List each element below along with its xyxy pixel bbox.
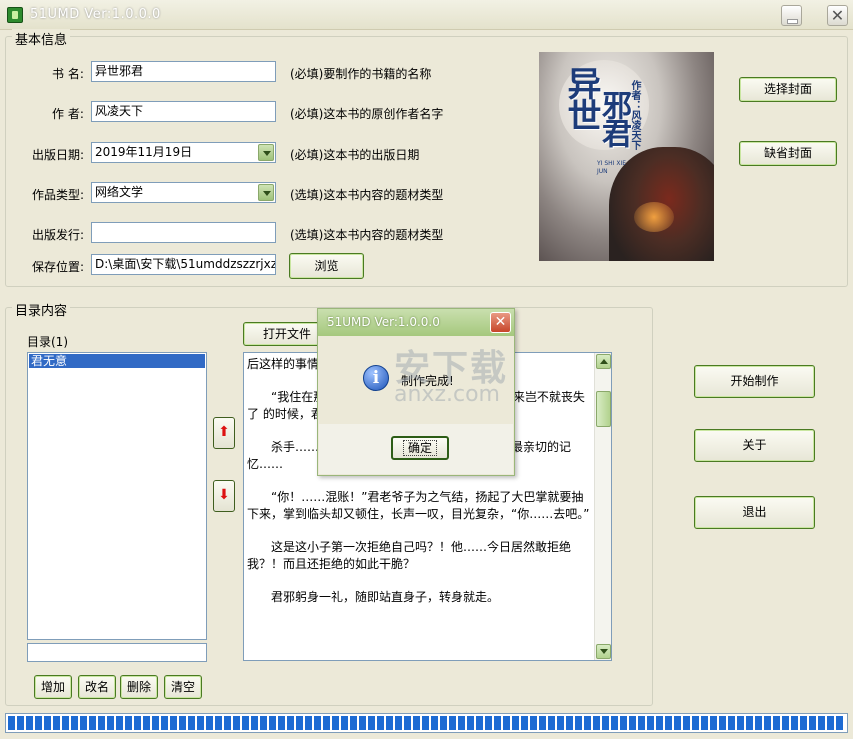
cover-pinyin: YI SHI XIE JUN: [597, 160, 627, 175]
toc-title: 目录内容: [12, 300, 71, 319]
dialog-ok-label: 确定: [402, 440, 437, 456]
dialog-footer: 确定: [319, 424, 513, 474]
default-cover-button[interactable]: 缺省封面: [739, 141, 837, 166]
publish-date-hint: (必填)这本书的出版日期: [290, 148, 420, 162]
book-name-hint: (必填)要制作的书籍的名称: [290, 67, 432, 81]
scroll-up-icon[interactable]: [596, 354, 611, 369]
book-name-label: 书 名:: [52, 67, 84, 81]
progress-fill: [8, 716, 845, 730]
dialog-close-button[interactable]: ✕: [490, 312, 511, 333]
about-button[interactable]: 关于: [694, 429, 815, 462]
book-name-input[interactable]: 异世邪君: [91, 61, 276, 82]
rename-button[interactable]: 改名: [78, 675, 116, 699]
add-button[interactable]: 增加: [34, 675, 72, 699]
publisher-label: 出版发行:: [32, 228, 85, 242]
start-button[interactable]: 开始制作: [694, 365, 815, 398]
progress-bar: [5, 713, 848, 733]
list-item[interactable]: 君无意: [29, 354, 205, 368]
publisher-input[interactable]: [91, 222, 276, 243]
publisher-hint: (选填)这本书内容的题材类型: [290, 228, 444, 242]
cover-author: 作者：风凌天下: [629, 80, 640, 150]
choose-cover-button[interactable]: 选择封面: [739, 77, 837, 102]
move-up-button[interactable]: ⬆: [213, 417, 235, 449]
author-label: 作 者:: [52, 107, 84, 121]
vertical-scrollbar[interactable]: [594, 353, 611, 660]
genre-hint: (选填)这本书内容的题材类型: [290, 188, 444, 202]
app-icon: [7, 7, 23, 23]
delete-button[interactable]: 删除: [120, 675, 158, 699]
content-paragraph: 君邪躬身一礼，随即站直身子，转身就走。: [271, 590, 500, 604]
window-title: 51UMD Ver:1.0.0.0: [30, 7, 161, 22]
dialog-title: 51UMD Ver:1.0.0.0: [327, 315, 440, 329]
chevron-down-icon[interactable]: [258, 144, 274, 161]
publish-date-value: 2019年11月19日: [95, 145, 193, 159]
chapter-name-input[interactable]: [27, 643, 207, 662]
info-icon: i: [363, 365, 389, 391]
watermark-url: anxz.com: [394, 382, 500, 407]
scroll-down-icon[interactable]: [596, 644, 611, 659]
content-paragraph: “你！……混账！”君老爷子为之气结，扬起了大巴掌就要抽下来，掌到临头却又顿住，长…: [247, 490, 590, 521]
content-paragraph: 这是这小子第一次拒绝自己吗？！他……今日居然敢拒绝我？！而且还拒绝的如此干脆？: [247, 540, 572, 571]
exit-button[interactable]: 退出: [694, 496, 815, 529]
publish-date-label: 出版日期:: [32, 148, 85, 162]
title-bar: 51UMD Ver:1.0.0.0 ✕: [0, 0, 853, 30]
dialog-ok-button[interactable]: 确定: [391, 436, 449, 460]
genre-label: 作品类型:: [32, 188, 85, 202]
author-hint: (必填)这本书的原创作者名字: [290, 107, 444, 121]
save-path-label: 保存位置:: [32, 260, 85, 274]
toc-list[interactable]: 君无意: [27, 352, 207, 640]
browse-button[interactable]: 浏览: [289, 253, 364, 279]
dialog-title-bar: 51UMD Ver:1.0.0.0 ✕: [318, 309, 514, 336]
cover-glow: [634, 202, 674, 232]
minimize-button[interactable]: [781, 5, 802, 26]
author-input[interactable]: 风凌天下: [91, 101, 276, 122]
cover-image: 异世 邪君 作者：风凌天下 YI SHI XIE JUN: [539, 52, 714, 261]
move-down-button[interactable]: ⬇: [213, 480, 235, 512]
genre-value: 网络文学: [95, 185, 144, 199]
basic-info-title: 基本信息: [12, 29, 71, 48]
scroll-thumb[interactable]: [596, 391, 611, 427]
chevron-down-icon[interactable]: [258, 184, 274, 201]
save-path-input[interactable]: D:\桌面\安下载\51umddzszzrjxz\: [91, 254, 276, 275]
clear-button[interactable]: 清空: [164, 675, 202, 699]
publish-date-picker[interactable]: 2019年11月19日: [91, 142, 276, 163]
toc-list-label: 目录(1): [27, 335, 68, 349]
close-button[interactable]: ✕: [827, 5, 848, 26]
genre-select[interactable]: 网络文学: [91, 182, 276, 203]
